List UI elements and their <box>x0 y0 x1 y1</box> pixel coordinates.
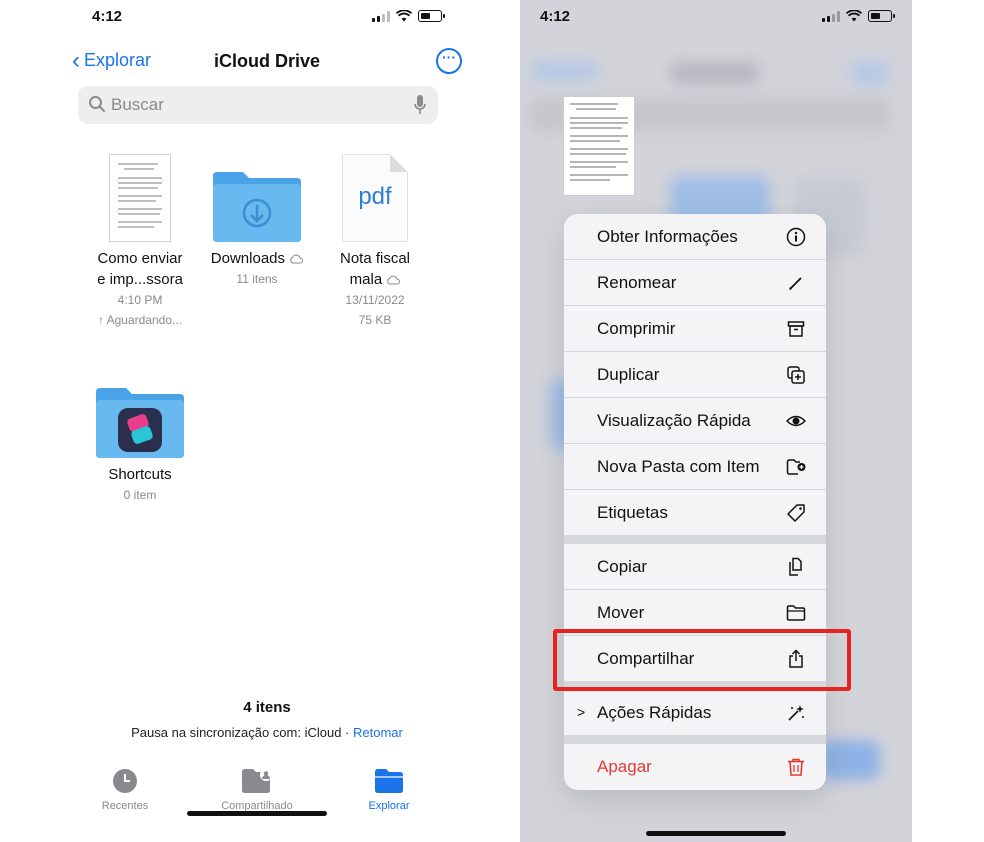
file-item-document[interactable]: Como enviar e imp...ssora 4:10 PM ↑ Aguar… <box>80 154 200 330</box>
folder-badge-plus-icon <box>786 459 806 475</box>
folder-name: Downloads <box>202 248 312 269</box>
archive-box-icon <box>787 321 805 337</box>
wifi-icon <box>846 10 862 22</box>
menu-item-nova-pasta-com-item[interactable]: Nova Pasta com Item <box>564 444 826 490</box>
status-bar: 4:12 <box>72 0 462 34</box>
duplicate-icon <box>787 366 805 384</box>
file-name: Nota fiscal mala <box>339 250 411 288</box>
cellular-signal-icon <box>372 10 390 22</box>
share-highlight-box <box>553 629 851 691</box>
icloud-icon <box>387 275 401 285</box>
context-menu: Obter Informações Renomear Comprimir Dup… <box>564 214 826 790</box>
clock-icon <box>113 769 137 793</box>
home-indicator <box>646 831 786 836</box>
download-folder-icon <box>213 172 301 242</box>
battery-icon <box>418 10 445 22</box>
folder-icon <box>786 605 806 621</box>
more-options-icon[interactable]: ··· <box>436 48 462 74</box>
menu-item-obter-informacoes[interactable]: Obter Informações <box>564 214 826 260</box>
trash-icon <box>788 758 804 776</box>
cellular-signal-icon <box>822 10 840 22</box>
search-placeholder: Buscar <box>111 95 164 114</box>
search-field[interactable]: Buscar <box>78 86 438 124</box>
menu-item-acoes-rapidas[interactable]: > Ações Rápidas <box>564 690 826 736</box>
sparkles-icon <box>788 705 804 721</box>
folder-name: Shortcuts <box>108 466 172 483</box>
microphone-icon[interactable] <box>414 95 426 115</box>
status-time: 4:12 <box>92 8 123 25</box>
menu-separator <box>564 536 826 544</box>
shared-folder-icon <box>242 769 272 793</box>
tab-explorar[interactable]: Explorar <box>334 762 444 812</box>
menu-item-copiar[interactable]: Copiar <box>564 544 826 590</box>
status-bar: 4:12 <box>520 0 912 34</box>
menu-item-visualizacao-rapida[interactable]: Visualização Rápida <box>564 398 826 444</box>
right-screen: 4:12 Obter Informações Renomear Comprimi… <box>520 0 912 842</box>
file-item-pdf[interactable]: pdf Nota fiscal mala 13/11/2022 75 KB <box>320 154 430 330</box>
search-icon <box>89 96 105 112</box>
battery-icon <box>868 10 895 22</box>
menu-item-renomear[interactable]: Renomear <box>564 260 826 306</box>
folder-item-downloads[interactable]: Downloads 11 itens <box>202 170 312 289</box>
tag-icon <box>787 504 805 522</box>
file-size: 75 KB <box>358 313 392 327</box>
file-name: Como enviar e imp...ssora <box>97 250 183 288</box>
copy-docs-icon <box>789 557 802 576</box>
pencil-icon <box>789 277 802 290</box>
wifi-icon <box>396 10 412 22</box>
file-preview-thumbnail <box>563 96 635 196</box>
menu-item-comprimir[interactable]: Comprimir <box>564 306 826 352</box>
item-count: 4 itens <box>243 699 291 716</box>
folder-item-count: 11 itens <box>236 272 278 286</box>
left-screen: 4:12 ‹Explorar iCloud Drive ··· Buscar <box>72 0 462 842</box>
pdf-thumbnail: pdf <box>342 154 408 242</box>
tab-compartilhado[interactable]: Compartilhado <box>202 762 312 812</box>
shortcuts-folder-icon <box>96 388 184 458</box>
file-date: 13/11/2022 <box>345 293 405 307</box>
page-title: iCloud Drive <box>213 51 320 71</box>
menu-separator <box>564 736 826 744</box>
folder-icon <box>375 769 403 793</box>
sync-status: Pausa na sincronização com: iCloud · Ret… <box>131 725 403 740</box>
tab-bar: Recentes Compartilhado Explorar <box>72 762 462 822</box>
chevron-right-icon: > <box>577 704 586 720</box>
navigation-bar: ‹ Explorar iCloud Drive ··· <box>72 44 462 80</box>
status-time: 4:12 <box>540 8 571 25</box>
tab-recentes[interactable]: Recentes <box>70 762 180 812</box>
menu-item-etiquetas[interactable]: Etiquetas <box>564 490 826 536</box>
menu-item-duplicar[interactable]: Duplicar <box>564 352 826 398</box>
file-upload-status: ↑ Aguardando... <box>97 313 183 327</box>
resume-sync-link[interactable]: Retomar <box>353 725 403 740</box>
menu-item-apagar[interactable]: Apagar <box>564 744 826 790</box>
pdf-label: pdf <box>358 183 392 210</box>
document-thumbnail <box>109 154 171 242</box>
eye-icon <box>786 415 806 427</box>
icloud-icon <box>290 254 304 264</box>
info-icon <box>786 227 806 247</box>
folder-item-shortcuts[interactable]: Shortcuts 0 item <box>85 386 195 505</box>
folder-item-count: 0 item <box>123 488 157 502</box>
home-indicator <box>187 811 327 816</box>
file-time: 4:10 PM <box>117 293 163 307</box>
